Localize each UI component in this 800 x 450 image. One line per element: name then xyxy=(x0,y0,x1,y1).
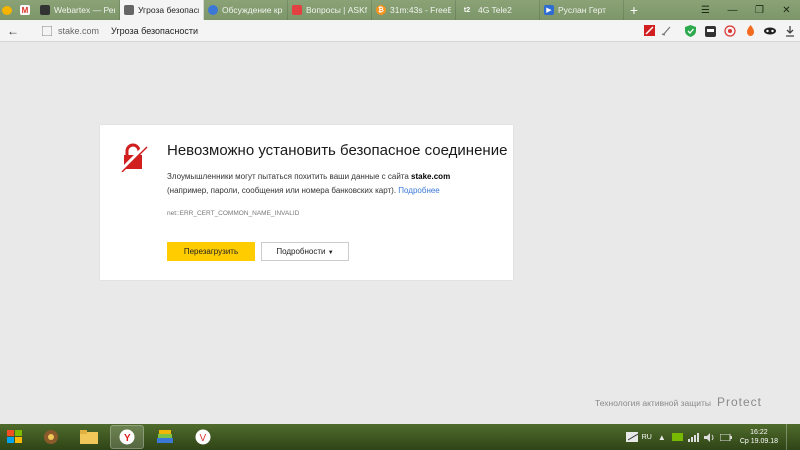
bitcoin-icon: ₿ xyxy=(376,5,386,15)
show-desktop-button[interactable] xyxy=(786,424,794,450)
webartex-icon xyxy=(40,5,50,15)
back-button[interactable]: ← xyxy=(0,24,26,38)
tab-security-threat[interactable]: Угроза безопасно xyxy=(120,0,204,20)
mask-icon[interactable] xyxy=(760,21,780,41)
extension-circle-icon[interactable] xyxy=(720,21,740,41)
windows-logo-icon xyxy=(7,430,22,443)
tab-label: Угроза безопасно xyxy=(138,5,199,15)
new-tab-button[interactable]: + xyxy=(624,0,644,20)
tab-label: Обсуждение крип xyxy=(222,5,283,15)
clock-date: Ср 19.09.18 xyxy=(739,438,778,445)
tab-label: Руслан Герт xyxy=(558,5,607,15)
extensions-bar xyxy=(680,21,800,41)
tab-label: 31m:43s - FreeBitc xyxy=(390,5,451,15)
details-label: Подробности xyxy=(276,247,326,256)
language-indicator[interactable]: RU xyxy=(642,434,652,441)
minimize-icon[interactable]: — xyxy=(719,0,746,20)
error-text-line1: Злоумышленники могут пытаться похитить в… xyxy=(167,172,412,181)
clock-time: 16:22 xyxy=(750,429,768,436)
clock[interactable]: 16:22 Ср 19.09.18 xyxy=(740,428,778,446)
taskbar-app-explorer[interactable] xyxy=(72,425,106,449)
tab-ruslan[interactable]: ▶ Руслан Герт xyxy=(540,0,624,20)
vivaldi-icon: V xyxy=(195,429,211,445)
bluestacks-icon xyxy=(157,430,173,443)
address-page-title: Угроза безопасности xyxy=(111,26,199,36)
address-bar[interactable]: stake.com Угроза безопасности xyxy=(36,22,672,40)
system-tray: RU ▲ 16:22 Ср 19.09.18 xyxy=(625,424,800,450)
details-button[interactable]: Подробности ▼ xyxy=(261,242,349,261)
globe-icon xyxy=(208,5,218,15)
network-icon[interactable] xyxy=(688,432,700,442)
address-domain: stake.com xyxy=(58,26,100,36)
reload-button[interactable]: Перезагрузить xyxy=(167,242,255,261)
protect-caption: Технология активной защиты xyxy=(595,398,711,408)
tab-freebitcoin[interactable]: ₿ 31m:43s - FreeBitc xyxy=(372,0,456,20)
error-card: Невозможно установить безопасное соедине… xyxy=(100,125,513,280)
volume-icon[interactable] xyxy=(704,432,716,442)
error-heading: Невозможно установить безопасное соедине… xyxy=(167,142,508,159)
error-description: Злоумышленники могут пытаться похитить в… xyxy=(167,170,497,198)
error-text-line2: (например, пароли, сообщения или номера … xyxy=(167,186,399,195)
error-code: net::ERR_CERT_COMMON_NAME_INVALID xyxy=(167,210,300,217)
close-icon[interactable]: ✕ xyxy=(773,0,800,20)
svg-text:Y: Y xyxy=(124,433,131,444)
shield-check-icon[interactable] xyxy=(680,21,700,41)
tab-label: Вопросы | ASKfm xyxy=(306,5,367,15)
chevron-up-icon[interactable]: ▲ xyxy=(656,432,668,442)
chevron-down-icon: ▼ xyxy=(327,250,334,256)
tab-strip: M Webartex — Рекла Угроза безопасно Обсу… xyxy=(0,0,800,20)
tab-crypto-discussion[interactable]: Обсуждение крип xyxy=(204,0,288,20)
svg-text:V: V xyxy=(200,433,207,444)
askfm-icon xyxy=(292,5,302,15)
yandex-browser-icon: Y xyxy=(119,429,135,445)
download-icon[interactable] xyxy=(780,21,800,41)
gmail-icon: M xyxy=(20,5,30,15)
broom-icon[interactable] xyxy=(661,25,672,36)
tab-pinned-yandex[interactable] xyxy=(0,0,18,20)
tab-askfm[interactable]: Вопросы | ASKfm xyxy=(288,0,372,20)
protect-badge: Технология активной защиты Protect xyxy=(595,395,762,409)
dragon-game-icon xyxy=(44,430,58,444)
video-icon: ▶ xyxy=(544,5,554,15)
learn-more-link[interactable]: Подробнее xyxy=(398,186,440,195)
taskbar-app-yandex[interactable]: Y xyxy=(110,425,144,449)
fire-icon[interactable] xyxy=(740,21,760,41)
shield-warning-icon xyxy=(124,5,134,15)
tab-pinned-gmail[interactable]: M xyxy=(18,0,36,20)
error-domain: stake.com xyxy=(411,172,451,181)
protect-logo: Protect xyxy=(716,395,762,409)
yandex-browser-icon xyxy=(2,5,12,15)
menu-icon[interactable]: ☰ xyxy=(692,0,719,20)
tab-tele2[interactable]: t2 4G Tele2 xyxy=(456,0,540,20)
broken-lock-icon xyxy=(118,143,148,172)
taskbar-app-bluestacks[interactable] xyxy=(148,425,182,449)
taskbar-app-dragon[interactable] xyxy=(34,425,68,449)
start-button[interactable] xyxy=(0,424,30,450)
tab-label: 4G Tele2 xyxy=(478,5,512,15)
folder-icon xyxy=(80,430,98,444)
taskbar: Y V RU ▲ 16:22 Ср 19.09.18 xyxy=(0,424,800,450)
battery-icon[interactable] xyxy=(719,432,732,442)
nvidia-icon[interactable] xyxy=(672,432,684,442)
protect-warning-icon[interactable] xyxy=(644,25,655,36)
window-controls: ☰ — ❐ ✕ xyxy=(692,0,800,20)
security-warning-icon[interactable] xyxy=(42,26,52,36)
tele2-icon: t2 xyxy=(463,6,471,14)
tab-label: Webartex — Рекла xyxy=(54,5,115,15)
notepad-icon[interactable] xyxy=(625,432,638,442)
restore-icon[interactable]: ❐ xyxy=(746,0,773,20)
tab-webartex[interactable]: Webartex — Рекла xyxy=(36,0,120,20)
extension-box-icon[interactable] xyxy=(700,21,720,41)
taskbar-app-vivaldi[interactable]: V xyxy=(186,425,220,449)
